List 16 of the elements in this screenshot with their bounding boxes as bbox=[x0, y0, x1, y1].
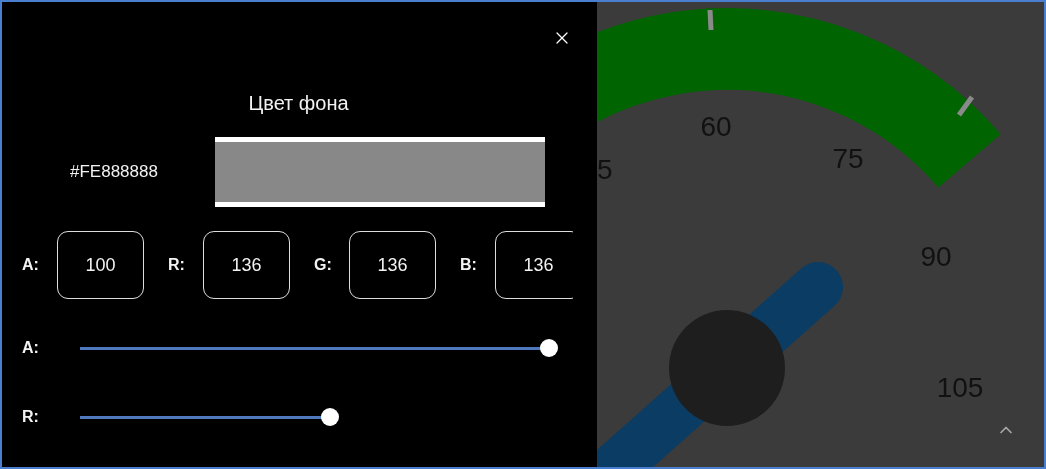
channel-label: G: bbox=[314, 256, 333, 274]
channel-label: R: bbox=[168, 256, 186, 274]
channel-field[interactable]: 136 bbox=[203, 231, 290, 299]
slider-thumb[interactable] bbox=[540, 339, 558, 357]
slider-thumb[interactable] bbox=[320, 408, 339, 426]
slider-label: A: bbox=[22, 339, 40, 357]
channel-label: A: bbox=[22, 256, 40, 274]
dialog-title: Цвет фона bbox=[248, 92, 349, 115]
tick-mark bbox=[707, 9, 714, 31]
tick-mark bbox=[956, 95, 975, 117]
channel-field[interactable]: 136 bbox=[349, 231, 436, 299]
channel-field[interactable]: 100 bbox=[57, 231, 144, 299]
channel-label: B: bbox=[460, 256, 478, 274]
hex-value: #FE888888 bbox=[69, 162, 159, 182]
slider-label: R: bbox=[22, 408, 40, 426]
channel-field[interactable]: 136 bbox=[495, 231, 573, 299]
